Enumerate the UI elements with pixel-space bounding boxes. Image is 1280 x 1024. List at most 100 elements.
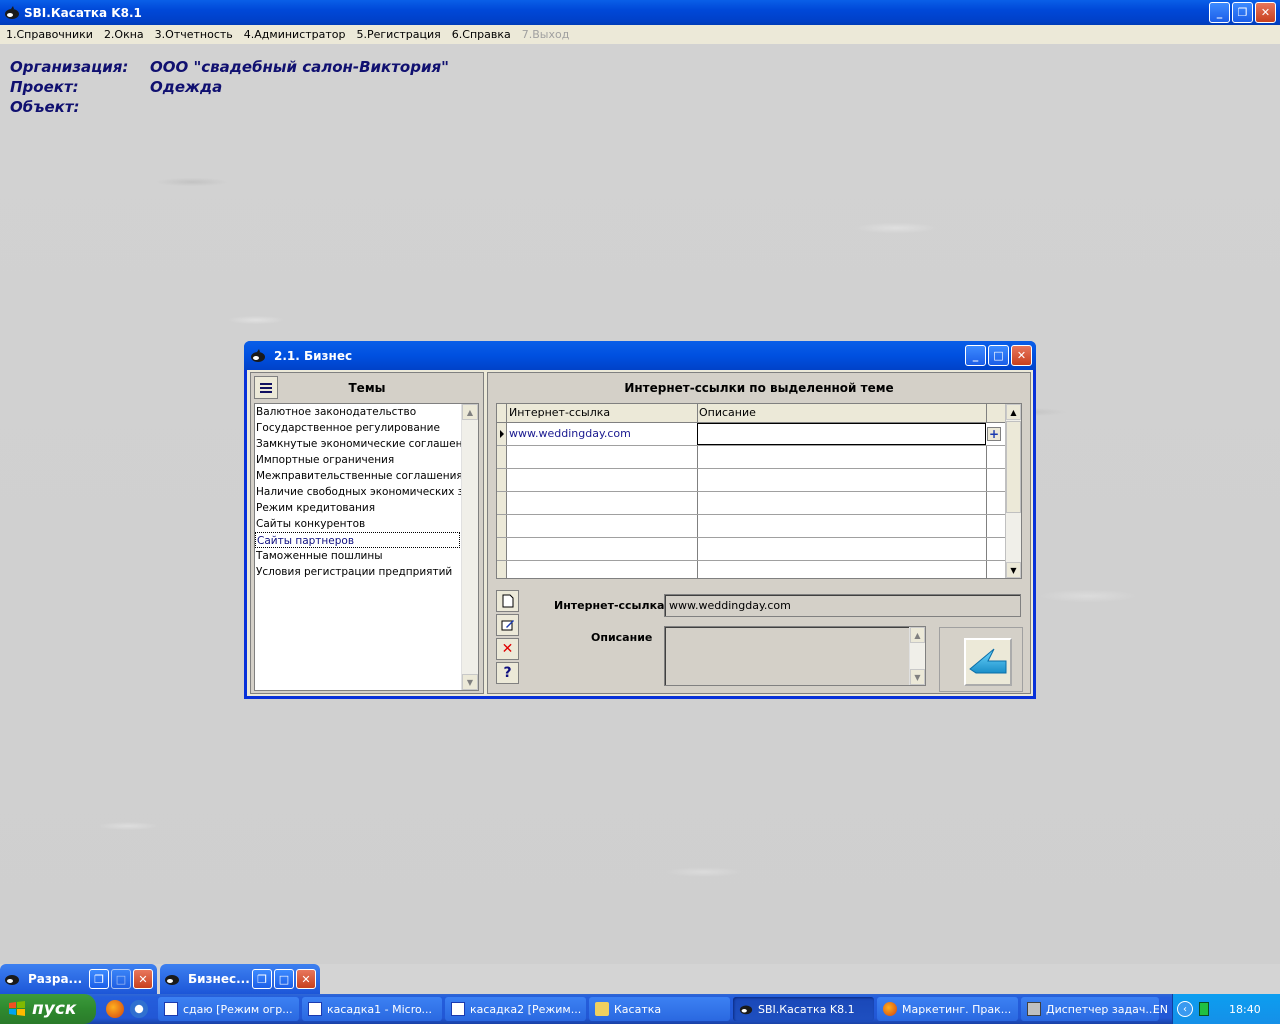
task-manager-icon <box>1027 1002 1041 1016</box>
grid-scroll-up-button[interactable]: ▲ <box>1006 404 1021 420</box>
menu-item-directories[interactable]: 1.Справочники <box>6 28 93 41</box>
topics-title: Темы <box>348 381 386 395</box>
app-icon <box>5 975 19 985</box>
new-record-button[interactable] <box>496 590 519 612</box>
arrow-up-icon: ▲ <box>1010 407 1017 417</box>
table-row[interactable] <box>497 492 1021 515</box>
dialog-minimize-button[interactable]: _ <box>965 345 986 366</box>
list-item[interactable]: Режим кредитования <box>255 500 478 516</box>
restore-button[interactable]: ❐ <box>1232 2 1253 23</box>
minimized-window-2[interactable]: Бизнес... ❐ □ ✕ <box>160 964 320 994</box>
menu-item-help[interactable]: 6.Справка <box>452 28 511 41</box>
help-button[interactable]: ? <box>496 662 519 684</box>
table-row[interactable] <box>497 446 1021 469</box>
task-button-1[interactable]: сдаю [Режим огр... <box>158 997 299 1021</box>
clock[interactable]: 18:40 <box>1229 1003 1261 1016</box>
grid-scrollbar[interactable]: ▲ ▼ <box>1005 404 1021 578</box>
mini2-restore-button[interactable]: ❐ <box>252 969 272 989</box>
table-row[interactable] <box>497 515 1021 538</box>
column-header-link[interactable]: Интернет-ссылка <box>507 404 698 422</box>
tray-status-icon[interactable] <box>1199 1002 1209 1016</box>
delete-record-button[interactable]: ✕ <box>496 638 519 660</box>
org-label: Организация: <box>10 58 129 76</box>
restore-icon: ❐ <box>257 972 267 986</box>
table-row[interactable] <box>497 469 1021 492</box>
topics-list-button[interactable] <box>254 376 278 399</box>
mini2-maximize-button[interactable]: □ <box>274 969 294 989</box>
cell-link[interactable]: www.weddingday.com <box>507 423 698 445</box>
start-button[interactable]: пуск <box>0 994 96 1024</box>
minimized-window-1[interactable]: Разра... ❐ □ ✕ <box>0 964 157 994</box>
dialog-close-button[interactable]: ✕ <box>1011 345 1032 366</box>
arrow-up-icon: ▲ <box>914 630 921 640</box>
mini1-close-button[interactable]: ✕ <box>133 969 153 989</box>
task-button-2[interactable]: касадка1 - Micro... <box>302 997 442 1021</box>
system-tray: ‹ 18:40 <box>1172 994 1280 1024</box>
arrow-up-icon: ▲ <box>466 407 474 417</box>
grid-scroll-thumb[interactable] <box>1006 421 1021 513</box>
desc-scroll-down-button[interactable]: ▼ <box>910 669 925 685</box>
close-button[interactable]: ✕ <box>1255 2 1276 23</box>
go-link-button[interactable] <box>964 638 1012 686</box>
task-button-5[interactable]: SBI.Касатка K8.1 <box>733 997 874 1021</box>
app-icon <box>739 1005 753 1015</box>
app-icon <box>165 975 179 985</box>
media-player-icon[interactable] <box>130 1000 148 1018</box>
menu-item-exit[interactable]: 7.Выход <box>522 28 570 41</box>
list-item[interactable]: Валютное законодательство <box>255 404 478 420</box>
table-row[interactable] <box>497 538 1021 561</box>
main-title-bar[interactable]: SBI.Касатка K8.1 _ ❐ ✕ <box>0 0 1280 25</box>
mini1-maximize-button[interactable]: □ <box>111 969 131 989</box>
desc-scroll-up-button[interactable]: ▲ <box>910 627 925 643</box>
list-item[interactable]: Государственное регулирование <box>255 420 478 436</box>
menu-item-admin[interactable]: 4.Администратор <box>244 28 346 41</box>
scroll-up-button[interactable]: ▲ <box>462 404 478 420</box>
menu-item-reports[interactable]: 3.Отчетность <box>155 28 233 41</box>
link-field[interactable]: www.weddingday.com <box>664 594 1021 617</box>
table-row[interactable]: www.weddingday.com + <box>497 423 1021 446</box>
list-item[interactable]: Условия регистрации предприятий <box>255 564 478 580</box>
mini1-restore-button[interactable]: ❐ <box>89 969 109 989</box>
cell-description-editor[interactable] <box>697 423 986 445</box>
table-row[interactable] <box>497 561 1021 578</box>
task-button-4[interactable]: Касатка <box>589 997 730 1021</box>
dialog-title-bar[interactable]: 2.1. Бизнес _ □ ✕ <box>244 341 1036 370</box>
edit-record-button[interactable] <box>496 614 519 636</box>
column-header-description[interactable]: Описание <box>698 404 987 422</box>
topics-scrollbar[interactable]: ▲ ▼ <box>461 404 478 690</box>
business-dialog: 2.1. Бизнес _ □ ✕ Темы Валютное законода <box>244 341 1036 699</box>
minimize-button[interactable]: _ <box>1209 2 1230 23</box>
menu-item-registration[interactable]: 5.Регистрация <box>357 28 441 41</box>
list-item[interactable]: Сайты конкурентов <box>255 516 478 532</box>
task-button-7[interactable]: Диспетчер задач... <box>1021 997 1159 1021</box>
list-item[interactable]: Таможенные пошлины <box>255 548 478 564</box>
maximize-icon: □ <box>993 349 1004 362</box>
topics-panel: Темы Валютное законодательство Государст… <box>250 372 484 694</box>
list-item[interactable]: Замкнутые экономические соглашения <box>255 436 478 452</box>
list-item-selected[interactable]: Сайты партнеров <box>255 532 460 548</box>
start-label: пуск <box>32 999 77 1019</box>
firefox-icon[interactable] <box>106 1000 124 1018</box>
menu-item-windows[interactable]: 2.Окна <box>104 28 144 41</box>
close-icon: ✕ <box>1016 349 1027 362</box>
tray-expand-button[interactable]: ‹ <box>1177 1001 1193 1017</box>
list-item[interactable]: Наличие свободных экономических зон <box>255 484 478 500</box>
description-scrollbar[interactable]: ▲ ▼ <box>909 627 925 685</box>
task-button-3[interactable]: касадка2 [Режим... <box>445 997 586 1021</box>
dialog-maximize-button[interactable]: □ <box>988 345 1009 366</box>
folder-icon <box>595 1002 609 1016</box>
list-item[interactable]: Межправительственные соглашения <box>255 468 478 484</box>
add-row-button[interactable]: + <box>987 427 1001 441</box>
task-label: SBI.Касатка K8.1 <box>758 1002 855 1016</box>
links-grid[interactable]: Интернет-ссылка Описание www.weddingday.… <box>496 403 1022 579</box>
mini2-close-button[interactable]: ✕ <box>296 969 316 989</box>
language-indicator[interactable]: EN <box>1153 1003 1168 1016</box>
task-button-6[interactable]: Маркетинг. Прак... <box>877 997 1018 1021</box>
app-title: SBI.Касатка K8.1 <box>24 5 142 20</box>
scroll-down-button[interactable]: ▼ <box>462 674 478 690</box>
grid-scroll-down-button[interactable]: ▼ <box>1006 562 1021 578</box>
dialog-app-icon <box>251 348 265 362</box>
description-field[interactable]: ▲ ▼ <box>664 626 926 686</box>
topics-list[interactable]: Валютное законодательство Государственно… <box>254 403 479 691</box>
list-item[interactable]: Импортные ограничения <box>255 452 478 468</box>
